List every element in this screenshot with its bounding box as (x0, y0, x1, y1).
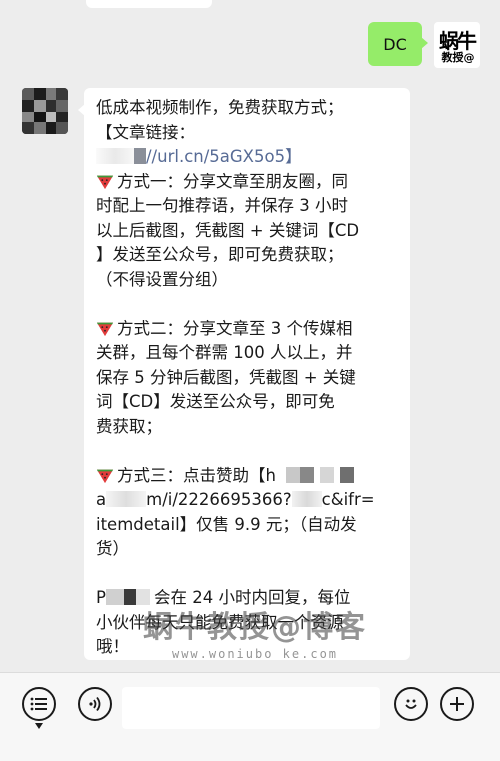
message-line: 方式三：点击赞助【h (96, 464, 402, 489)
message-line: 方式一：分享文章至朋友圈，同 (96, 170, 402, 195)
avatar-pixel (56, 100, 68, 112)
incoming-message-text: 低成本视频制作，免费获取方式； 【文章链接： //url.cn/5aGX5o5】… (96, 96, 402, 660)
avatar-pixel (22, 88, 34, 100)
message-line: 以上后截图，凭截图 + 关键词【CD (96, 220, 360, 240)
message-line: a m/i/2226695366? c&ifr= (96, 490, 375, 509)
message-line: 词【CD】发送至公众号，即可免 (96, 392, 335, 411)
contact-avatar[interactable] (22, 88, 68, 134)
redacted-block (134, 148, 146, 164)
message-line: 方式二：分享文章至 3 个传媒相 (96, 317, 402, 342)
redacted-block (291, 491, 322, 507)
avatar-pixel (34, 88, 46, 100)
redacted-block (106, 491, 147, 507)
sponsor-link-part[interactable]: m/i/2226695366? (146, 490, 292, 509)
message-input[interactable] (122, 687, 380, 729)
message-line: 货） (96, 539, 129, 558)
message-line: 时配上一句推荐语，并保存 3 小时 (96, 196, 348, 215)
redacted-block (319, 466, 334, 483)
sponsor-link-part[interactable]: c&ifr= (322, 490, 375, 509)
redacted-block (299, 466, 314, 483)
plus-icon (450, 697, 464, 711)
input-bar (0, 672, 500, 761)
voice-button[interactable] (78, 687, 112, 721)
message-line: 低成本视频制作，免费获取方式； (96, 98, 344, 117)
message-line: 小伙伴每天只能免费获取一个资源 (96, 612, 344, 632)
incoming-message-bubble[interactable]: 低成本视频制作，免费获取方式； 【文章链接： //url.cn/5aGX5o5】… (78, 88, 410, 660)
outgoing-message-text: DC (383, 34, 407, 54)
avatar-pixel (22, 122, 34, 134)
redacted-block (105, 589, 124, 605)
redacted-block (96, 148, 134, 164)
message-line: 】发送至公众号，即可免费获取； (96, 245, 344, 264)
message-line: P 会在 24 小时内回复，每位 (96, 588, 351, 607)
message-line: //url.cn/5aGX5o5】 (96, 145, 402, 170)
watermelon-icon (96, 175, 114, 189)
message-line: 【文章链接： (96, 122, 195, 142)
message-line: 保存 5 分钟后截图，凭截图 + 关键 (96, 367, 356, 387)
avatar-pixel (22, 100, 34, 112)
watermelon-icon (96, 322, 114, 336)
redacted-block (123, 589, 136, 605)
redacted-block (339, 466, 354, 483)
avatar-pixel (56, 88, 68, 100)
avatar-logo-sub: 教授@ (441, 51, 475, 64)
voice-icon (89, 696, 101, 712)
previous-message-bubble (86, 0, 212, 8)
message-line: itemdetail】仅售 9.9 元；（自动发 (96, 514, 357, 534)
emoji-icon (405, 699, 417, 709)
plus-button[interactable] (440, 687, 474, 721)
outgoing-message-bubble[interactable]: DC (368, 22, 428, 66)
avatar-pixel (56, 122, 68, 134)
my-avatar[interactable]: 蜗牛 教授@ (434, 22, 480, 68)
watermelon-icon (96, 469, 114, 483)
message-line: 关群，且每个群需 100 人以上，并 (96, 343, 353, 362)
chat-area: DC 蜗牛 教授@ 低成本视频制作，免费获取方式； 【文章链接： //url.c… (0, 0, 500, 672)
message-line: （不得设置分组） (96, 269, 228, 289)
redacted-block (135, 589, 150, 605)
article-link[interactable]: //url.cn/5aGX5o5】 (146, 147, 302, 166)
menu-list-icon (30, 697, 47, 711)
message-line: 费获取； (96, 416, 162, 436)
menu-list-button[interactable] (22, 687, 56, 721)
menu-caret-icon (35, 723, 43, 729)
emoji-button[interactable] (394, 687, 428, 721)
avatar-pixel (34, 100, 46, 112)
avatar-pixel (34, 122, 46, 134)
message-line: 哦！ (96, 637, 129, 656)
redacted-block (285, 466, 300, 483)
